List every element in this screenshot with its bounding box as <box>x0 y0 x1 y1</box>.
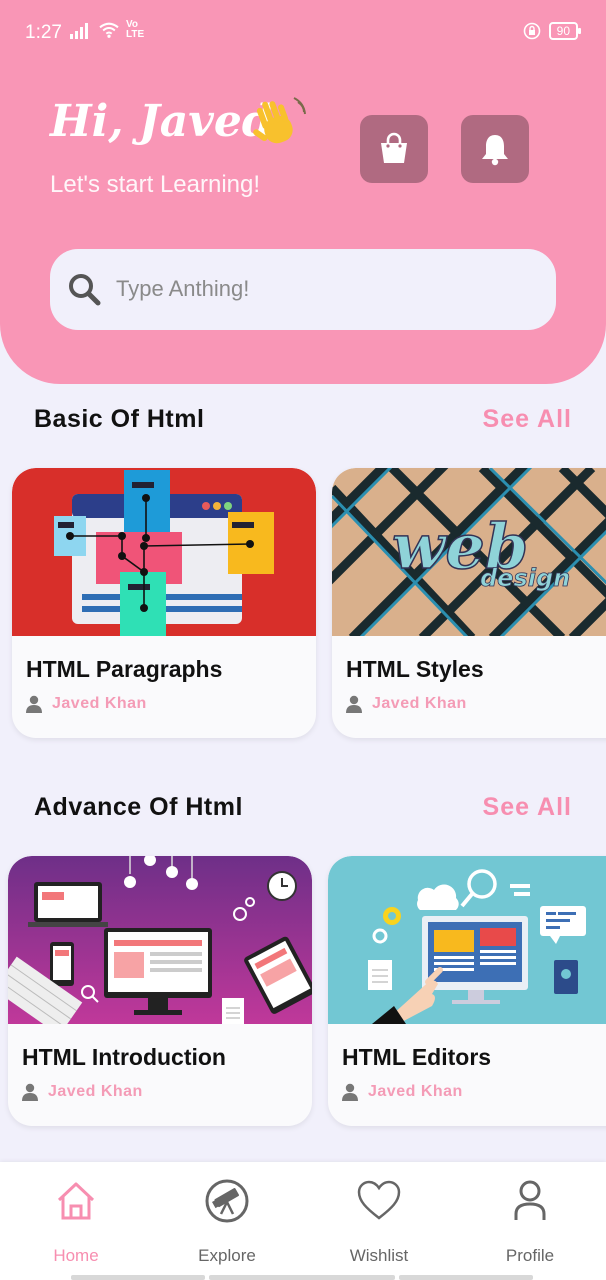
course-card-html-paragraphs[interactable]: HTML Paragraphs Javed Khan <box>12 468 316 738</box>
card-title: HTML Paragraphs <box>26 656 223 682</box>
course-thumbnail-introduction <box>8 856 312 1024</box>
wifi-icon <box>99 22 119 38</box>
course-card-html-editors[interactable]: HTML Editors Javed Khan <box>328 856 606 1126</box>
search-input[interactable] <box>116 269 536 309</box>
user-icon <box>26 695 42 713</box>
styles-image-word-design: design <box>480 564 570 592</box>
nav-home-label: Home <box>53 1246 99 1265</box>
course-card-html-introduction[interactable]: HTML Introduction Javed Khan <box>8 856 312 1126</box>
gesture-bar-segment <box>71 1275 205 1280</box>
heart-icon <box>357 1180 401 1220</box>
greeting-title: Hi, Javed <box>50 96 273 147</box>
course-thumbnail-paragraphs <box>12 468 316 636</box>
author-name: Javed Khan <box>368 1083 463 1100</box>
telescope-icon <box>205 1179 249 1223</box>
cart-button[interactable] <box>360 115 428 183</box>
user-icon <box>346 695 362 713</box>
bottom-navigation: Home Explore Wishlist Profile <box>0 1162 606 1280</box>
section-title-advance: Advance Of Html <box>34 793 243 821</box>
home-icon <box>57 1182 95 1220</box>
author-name: Javed Khan <box>372 695 467 712</box>
user-icon <box>22 1083 38 1101</box>
nav-profile-label: Profile <box>505 1246 555 1265</box>
card-title: HTML Introduction <box>22 1044 226 1070</box>
card-author: Javed Khan <box>346 695 467 713</box>
signal-icon <box>70 21 92 39</box>
user-icon <box>514 1180 546 1220</box>
nav-wishlist[interactable]: Wishlist <box>324 1178 434 1266</box>
status-bar: 1:27 Vo LTE 90 <box>0 0 606 64</box>
shopping-bag-icon <box>381 132 407 163</box>
waving-hand-icon <box>253 97 306 144</box>
notifications-button[interactable] <box>461 115 529 183</box>
course-thumbnail-editors <box>328 856 606 1024</box>
author-name: Javed Khan <box>52 695 147 712</box>
status-right: 90 <box>523 22 582 40</box>
card-author: Javed Khan <box>26 695 147 713</box>
volte-label: Vo LTE <box>126 19 145 40</box>
status-time: 1:27 <box>25 22 62 43</box>
card-author: Javed Khan <box>342 1083 463 1101</box>
nav-profile[interactable]: Profile <box>475 1178 585 1266</box>
card-author: Javed Khan <box>22 1083 143 1101</box>
nav-wishlist-label: Wishlist <box>349 1246 409 1265</box>
greeting-subtitle: Let's start Learning! <box>50 171 261 198</box>
search-icon <box>69 274 101 306</box>
card-title: HTML Styles <box>346 656 484 682</box>
see-all-advance-link[interactable]: See All <box>483 793 572 822</box>
course-thumbnail-styles: web design <box>332 468 606 636</box>
nav-explore-label: Explore <box>198 1246 256 1265</box>
course-card-html-styles[interactable]: web design HTML Styles Javed Khan <box>332 468 606 738</box>
author-name: Javed Khan <box>48 1083 143 1100</box>
section-title-basic: Basic Of Html <box>34 405 205 433</box>
nav-explore[interactable]: Explore <box>172 1178 282 1266</box>
card-title: HTML Editors <box>342 1044 492 1070</box>
user-icon <box>342 1083 358 1101</box>
bell-icon <box>482 135 508 166</box>
gesture-bar-segment <box>209 1275 395 1280</box>
gesture-bar-segment <box>399 1275 533 1280</box>
battery-indicator: 90 <box>548 22 582 40</box>
see-all-basic-link[interactable]: See All <box>483 405 572 434</box>
nav-home[interactable]: Home <box>21 1178 131 1266</box>
lock-rotation-icon <box>523 22 540 40</box>
search-bar[interactable] <box>50 249 556 330</box>
status-icons: Vo LTE <box>70 20 146 40</box>
